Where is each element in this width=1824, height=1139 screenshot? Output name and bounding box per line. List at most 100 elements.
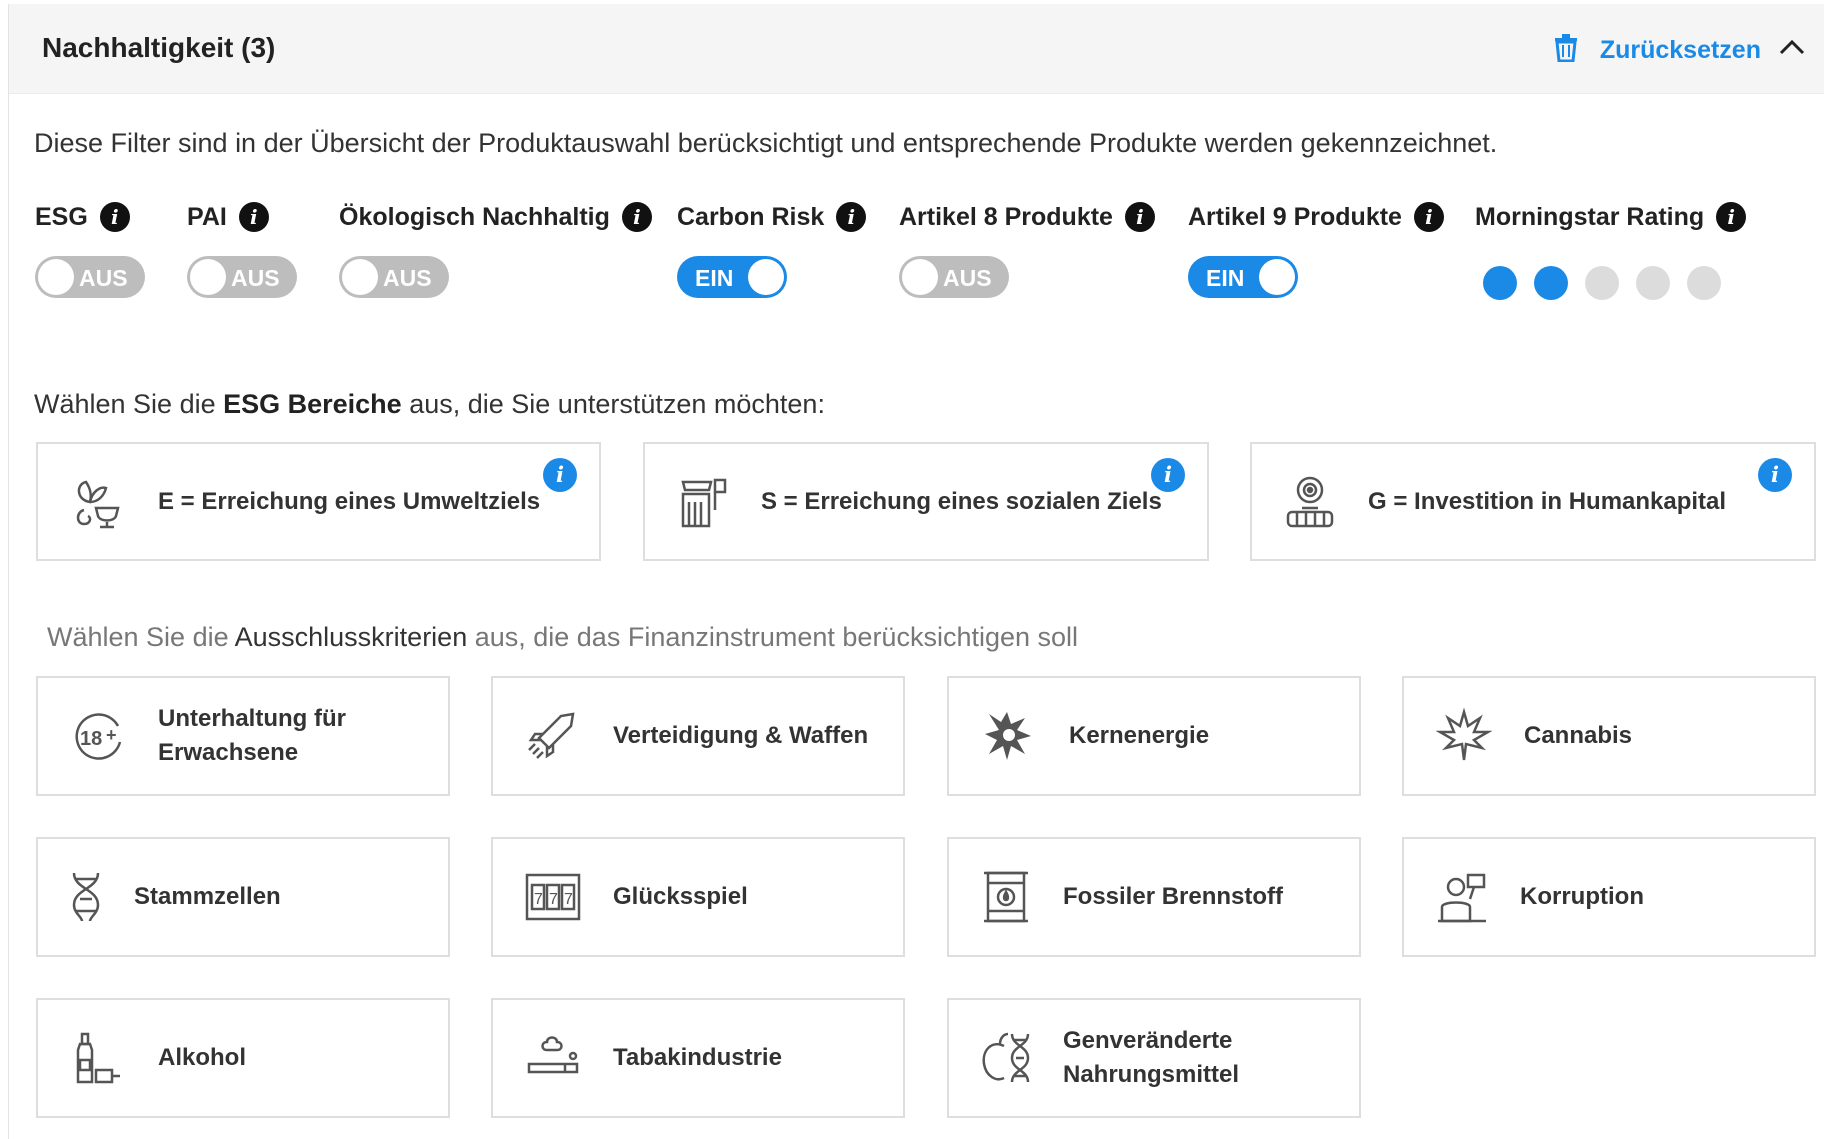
info-icon[interactable]: i — [238, 202, 269, 232]
info-icon[interactable]: i — [1124, 202, 1155, 232]
svg-text:7: 7 — [564, 891, 573, 908]
filter-label: ESG — [35, 202, 88, 231]
toggle-artikel-8[interactable]: AUS — [899, 256, 1009, 298]
filter-label: Morningstar Rating — [1475, 202, 1705, 231]
info-icon[interactable]: i — [543, 458, 577, 492]
esg-section-title: Wählen Sie die ESG Bereiche aus, die Sie… — [34, 389, 825, 419]
exclusion-card-weapons[interactable]: Verteidigung & Waffen — [491, 676, 905, 796]
filter-artikel-9: Artikel 9 Produkte i EIN — [1188, 200, 1444, 298]
cannabis-leaf-icon — [1404, 708, 1524, 764]
info-icon[interactable]: i — [1413, 202, 1444, 232]
exclusion-card-label: Korruption — [1520, 883, 1644, 910]
esg-card-label: S = Erreichung eines sozialen Ziels — [761, 487, 1162, 515]
svg-text:18: 18 — [80, 728, 102, 750]
reset-label: Zurücksetzen — [1599, 36, 1761, 64]
plant-trophy-icon — [38, 474, 158, 530]
esg-card-label: G = Investition in Humankapital — [1368, 487, 1727, 515]
toggle-state: EIN — [1206, 265, 1245, 291]
exclusion-card-text: Unterhaltung für Erwachsene — [158, 702, 346, 770]
bribe-icon — [1404, 869, 1520, 925]
info-icon[interactable]: i — [1151, 458, 1185, 492]
filter-label: Carbon Risk — [677, 202, 825, 231]
panel-title: Nachhaltigkeit (3) — [42, 32, 276, 63]
oil-barrel-icon — [949, 869, 1063, 925]
toggle-esg[interactable]: AUS — [35, 256, 145, 298]
factory-icon — [645, 474, 761, 530]
exclusion-card-gambling[interactable]: 7 7 7 Glücksspiel — [491, 837, 905, 957]
gmo-apple-icon — [949, 1030, 1063, 1086]
rating-dot[interactable] — [1534, 266, 1568, 300]
exclusion-card-label: Kernenergie — [1069, 722, 1210, 749]
toggle-state: AUS — [383, 265, 432, 291]
rating-dot[interactable] — [1687, 266, 1721, 300]
exclusion-card-label: Unterhaltung für — [158, 705, 346, 732]
exclusion-card-adult[interactable]: 18 + Unterhaltung für Erwachsene — [36, 676, 450, 796]
svg-text:+: + — [106, 725, 117, 745]
exclusion-card-label: Nahrungsmittel — [1063, 1061, 1240, 1088]
exclusion-card-label: Fossiler Brennstoff — [1063, 883, 1284, 910]
exclusion-card-corruption[interactable]: Korruption — [1402, 837, 1816, 957]
toggle-state: AUS — [231, 265, 280, 291]
rating-dot[interactable] — [1636, 266, 1670, 300]
esg-card-label: E = Erreichung eines Umweltziels — [158, 487, 541, 515]
filter-label: Ökologisch Nachhaltig — [339, 202, 610, 231]
intro-text: Diese Filter sind in der Übersicht der P… — [34, 128, 1498, 158]
bottle-icon — [38, 1030, 158, 1086]
esg-card-environment[interactable]: E = Erreichung eines Umweltziels i — [36, 442, 601, 561]
toggle-state: AUS — [943, 265, 992, 291]
filter-oekologisch: Ökologisch Nachhaltig i AUS — [339, 200, 652, 298]
toggle-knob — [748, 259, 784, 295]
trash-icon — [1554, 34, 1578, 67]
exclusion-section-title: Wählen Sie die Ausschlusskriterien aus, … — [47, 622, 1079, 652]
info-icon[interactable]: i — [836, 202, 867, 232]
dna-icon — [38, 869, 134, 925]
info-icon[interactable]: i — [1716, 202, 1747, 232]
toggle-state: EIN — [695, 265, 734, 291]
rating-dot[interactable] — [1483, 266, 1517, 300]
exclusion-card-text: Genveränderte Nahrungsmittel — [1063, 1024, 1239, 1092]
info-icon[interactable]: i — [99, 202, 130, 232]
explosion-icon — [949, 708, 1069, 764]
chevron-up-icon[interactable] — [1779, 38, 1805, 61]
exclusion-card-label: Erwachsene — [158, 739, 299, 766]
people-target-icon — [1252, 474, 1368, 530]
svg-text:7: 7 — [534, 891, 543, 908]
toggle-state: AUS — [79, 265, 128, 291]
exclusion-card-label: Stammzellen — [134, 883, 281, 910]
filter-carbon-risk: Carbon Risk i EIN — [677, 200, 867, 298]
toggle-oekologisch[interactable]: AUS — [339, 256, 449, 298]
filter-esg: ESG i AUS — [35, 200, 145, 298]
filter-label: Artikel 9 Produkte — [1188, 202, 1402, 231]
exclusion-card-gmo[interactable]: Genveränderte Nahrungsmittel — [947, 998, 1361, 1118]
toggle-knob — [38, 259, 74, 295]
info-icon[interactable]: i — [621, 202, 652, 232]
toggle-knob — [342, 259, 378, 295]
slot-machine-icon: 7 7 7 — [493, 873, 613, 921]
filter-artikel-8: Artikel 8 Produkte i AUS — [899, 200, 1155, 298]
esg-card-social[interactable]: S = Erreichung eines sozialen Ziels i — [643, 442, 1209, 561]
exclusion-card-label: Alkohol — [158, 1044, 246, 1071]
exclusion-card-stem-cells[interactable]: Stammzellen — [36, 837, 450, 957]
exclusion-card-tobacco[interactable]: Tabakindustrie — [491, 998, 905, 1118]
toggle-carbon-risk[interactable]: EIN — [677, 256, 787, 298]
svg-text:7: 7 — [549, 891, 558, 908]
filter-pai: PAI i AUS — [187, 200, 297, 298]
toggle-knob — [1259, 259, 1295, 295]
esg-card-governance[interactable]: G = Investition in Humankapital i — [1250, 442, 1816, 561]
exclusion-card-nuclear[interactable]: Kernenergie — [947, 676, 1361, 796]
panel-header[interactable]: Nachhaltigkeit (3) Zurücksetzen — [9, 4, 1824, 94]
exclusion-card-cannabis[interactable]: Cannabis — [1402, 676, 1816, 796]
adult-18-icon: 18 + — [38, 708, 158, 764]
toggle-knob — [902, 259, 938, 295]
morningstar-rating[interactable] — [1483, 266, 1738, 300]
rating-dot[interactable] — [1585, 266, 1619, 300]
filter-label: Artikel 8 Produkte — [899, 202, 1113, 231]
toggle-artikel-9[interactable]: EIN — [1188, 256, 1298, 298]
exclusion-card-alcohol[interactable]: Alkohol — [36, 998, 450, 1118]
exclusion-card-label: Glücksspiel — [613, 883, 748, 910]
exclusion-card-label: Verteidigung & Waffen — [613, 722, 869, 749]
exclusion-card-fossil[interactable]: Fossiler Brennstoff — [947, 837, 1361, 957]
toggle-pai[interactable]: AUS — [187, 256, 297, 298]
reset-button[interactable]: Zurücksetzen — [1554, 34, 1761, 67]
info-icon[interactable]: i — [1758, 458, 1792, 492]
